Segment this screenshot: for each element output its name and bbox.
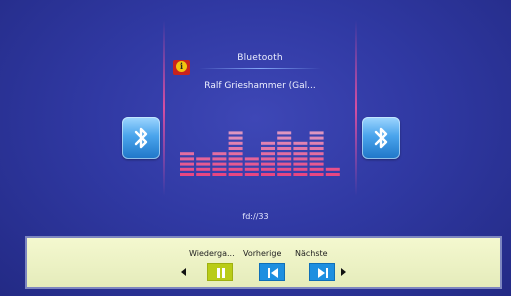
pause-icon bbox=[217, 268, 225, 278]
equalizer-bar bbox=[228, 131, 243, 176]
previous-button[interactable] bbox=[259, 263, 285, 281]
equalizer-bar bbox=[244, 157, 259, 176]
equalizer-bar bbox=[293, 141, 308, 176]
equalizer-bar bbox=[212, 152, 227, 176]
equalizer-bar bbox=[261, 141, 275, 176]
play-pause-label: Wiederga... bbox=[189, 249, 235, 258]
source-underline bbox=[199, 68, 321, 69]
scroll-right-arrow-icon[interactable] bbox=[341, 268, 346, 276]
next-label: Nächste bbox=[295, 249, 328, 258]
bluetooth-icon-left[interactable] bbox=[122, 117, 160, 159]
bluetooth-icon-right[interactable] bbox=[362, 117, 400, 159]
panel-divider-left bbox=[163, 20, 165, 196]
equalizer-visualizer bbox=[180, 131, 340, 176]
media-player-screen: Bluetooth Ralf Grieshammer (Gal... fd://… bbox=[0, 0, 511, 296]
equalizer-bar bbox=[196, 157, 211, 176]
scroll-left-arrow-icon[interactable] bbox=[181, 268, 186, 276]
file-path-label: fd://33 bbox=[242, 212, 269, 221]
play-pause-button[interactable] bbox=[207, 263, 233, 281]
info-icon[interactable] bbox=[173, 60, 190, 75]
source-label: Bluetooth bbox=[237, 53, 283, 63]
next-button[interactable] bbox=[309, 263, 335, 281]
playback-control-bar: Wiederga... Vorherige Nächste bbox=[25, 236, 502, 289]
equalizer-bar bbox=[325, 167, 340, 176]
panel-divider-right bbox=[355, 20, 357, 196]
equalizer-bar bbox=[180, 152, 194, 176]
skip-next-icon bbox=[318, 268, 328, 278]
equalizer-bar bbox=[277, 131, 292, 176]
equalizer-bar bbox=[309, 131, 324, 176]
prev-label: Vorherige bbox=[243, 249, 282, 258]
track-title: Ralf Grieshammer (Gal... bbox=[204, 81, 316, 91]
skip-previous-icon bbox=[268, 268, 278, 278]
